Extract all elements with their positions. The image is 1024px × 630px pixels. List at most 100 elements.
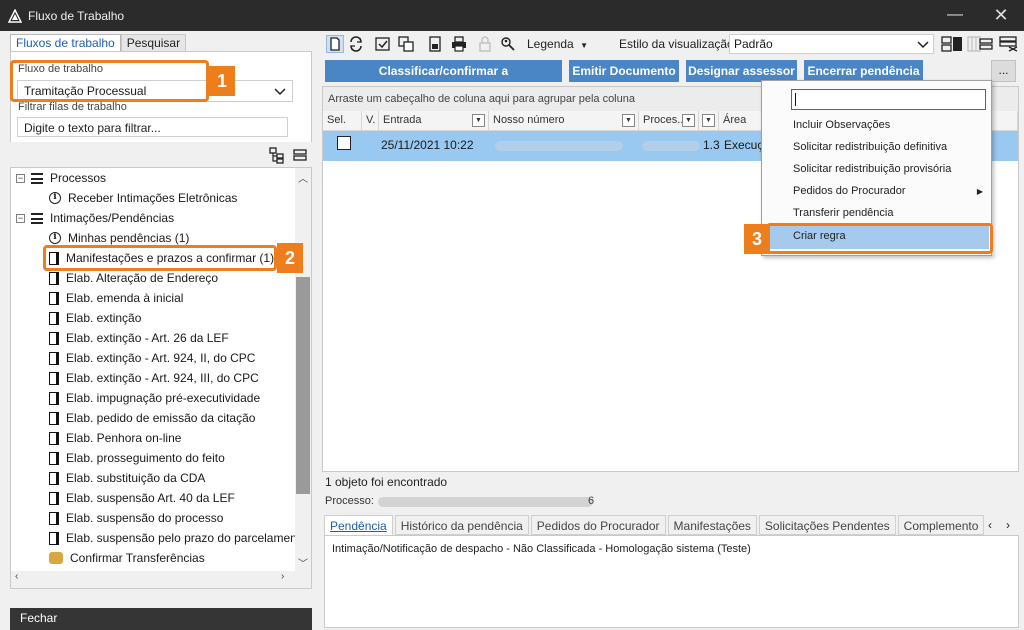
workflow-tree: − Processos i Receber Intimações Eletrônica… (10, 167, 312, 589)
callout-number-3: 3 (744, 224, 770, 254)
list-icon (31, 172, 43, 184)
tree-item-label: Elab. suspensão do processo (66, 511, 224, 525)
detail-tabs: Pendência Histórico da pendência Pedidos… (324, 515, 986, 535)
tree-item[interactable]: Elab. extinção - Art. 26 da LEF (49, 328, 229, 348)
tree-item[interactable]: Elab. suspensão do processo (49, 508, 223, 528)
column-header-processo[interactable]: Proces... ▼ (639, 111, 699, 131)
new-document-icon[interactable] (326, 35, 344, 53)
close-window-button[interactable]: ✕ (978, 0, 1024, 31)
callout-box-3 (766, 223, 993, 254)
handshake-icon (49, 552, 63, 564)
filter-input[interactable]: Digite o texto para filtrar... (17, 117, 288, 137)
tree-item[interactable]: i Receber Intimações Eletrônicas (49, 188, 237, 208)
filter-dropdown-icon[interactable]: ▼ (622, 114, 635, 127)
chevron-left-icon[interactable]: ‹ (988, 518, 992, 532)
menu-item-pedidos-procurador[interactable]: Pedidos do Procurador (793, 185, 906, 197)
column-header-extra[interactable]: ▼ (699, 111, 719, 131)
column-header-entrada[interactable]: Entrada ▼ (379, 111, 489, 131)
scroll-up-icon[interactable]: ︿ (295, 170, 311, 185)
tree-item[interactable]: Elab. extinção (49, 308, 141, 328)
process-suffix: 6 (588, 495, 595, 507)
tab-pendencia[interactable]: Pendência (324, 515, 393, 535)
tree-item-label: Minhas pendências (1) (68, 231, 190, 245)
column-header-label: Nosso número (493, 114, 565, 126)
scroll-left-icon[interactable]: ‹ (15, 571, 18, 582)
tree-item[interactable]: Elab. extinção - Art. 924, III, do CPC (49, 368, 259, 388)
tree-item[interactable]: Elab. emenda à inicial (49, 288, 183, 308)
menu-item-transferir-pendencia[interactable]: Transferir pendência (793, 207, 893, 219)
scrollbar-thumb[interactable] (296, 277, 310, 494)
callout-box-1 (10, 60, 209, 102)
filter-dropdown-icon[interactable]: ▼ (702, 114, 715, 127)
tree-item[interactable]: Confirmar Transferências (49, 548, 205, 568)
copy-icon[interactable] (397, 35, 415, 53)
menu-item-redistribuicao-provisoria[interactable]: Solicitar redistribuição provisória (793, 163, 951, 175)
scroll-down-icon[interactable]: ﹀ (295, 555, 311, 570)
tree-horizontal-scrollbar[interactable]: ‹ › (11, 571, 295, 588)
filter-dropdown-icon[interactable]: ▼ (682, 114, 695, 127)
collapse-tree-node-icon[interactable]: − (16, 213, 25, 223)
column-header-v[interactable]: V. (362, 111, 379, 131)
expand-tree-icon[interactable] (268, 146, 286, 164)
legend-menu[interactable]: Legenda ▼ (527, 37, 588, 51)
emit-document-button[interactable]: Emitir Documento (569, 60, 679, 82)
column-header-label: Sel. (327, 114, 346, 126)
refresh-icon[interactable] (347, 35, 365, 53)
tab-manifestacoes[interactable]: Manifestações (667, 515, 757, 535)
tree-item-label: Elab. pedido de emissão da citação (66, 411, 256, 425)
detail-text: Intimação/Notificação de despacho - Não … (332, 543, 751, 555)
collapse-tree-node-icon[interactable]: − (16, 173, 25, 183)
row-select-checkbox[interactable] (337, 136, 351, 150)
tree-item[interactable]: Elab. Penhora on-line (49, 428, 181, 448)
column-header-sel[interactable]: Sel. (323, 111, 362, 131)
layout-view-icon[interactable] (941, 35, 963, 53)
filter-settings-icon[interactable] (999, 35, 1019, 53)
tree-item[interactable]: Elab. extinção - Art. 924, II, do CPC (49, 348, 255, 368)
tab-complemento[interactable]: Complemento (897, 515, 985, 535)
flag-icon (49, 491, 59, 505)
redacted-process (642, 141, 700, 151)
menu-item-redistribuicao-definitiva[interactable]: Solicitar redistribuição definitiva (793, 141, 947, 153)
tree-item[interactable]: Elab. pedido de emissão da citação (49, 408, 255, 428)
tab-pesquisar[interactable]: Pesquisar (120, 34, 187, 52)
tree-item[interactable]: Elab. prosseguimento do feito (49, 448, 225, 468)
menu-search-input[interactable] (791, 89, 986, 110)
tree-item[interactable]: Elab. suspensão Art. 40 da LEF (49, 488, 235, 508)
view-style-select[interactable]: Padrão (729, 34, 934, 54)
minimize-button[interactable]: — (932, 0, 978, 31)
tab-pedidos[interactable]: Pedidos do Procurador (530, 515, 666, 535)
assign-assessor-button[interactable]: Designar assessor (686, 60, 797, 82)
search-people-icon[interactable] (499, 35, 517, 53)
close-pending-button[interactable]: Encerrar pendência (804, 60, 923, 82)
scroll-right-icon[interactable]: › (281, 571, 284, 582)
tree-item[interactable]: Elab. suspensão pelo prazo do parcelamen… (49, 528, 300, 548)
tree-item-label: Confirmar Transferências (70, 551, 205, 565)
save-layout-icon[interactable] (977, 35, 995, 53)
attach-icon[interactable] (426, 35, 444, 53)
tree-item[interactable]: Elab. substituição da CDA (49, 468, 205, 488)
column-header-nosso-numero[interactable]: Nosso número ▼ (489, 111, 639, 131)
tree-vertical-scrollbar[interactable]: ︿ ﹀ (295, 168, 311, 588)
close-button[interactable]: Fechar (10, 608, 312, 630)
print-icon[interactable] (450, 35, 468, 53)
classify-confirm-button[interactable]: Classificar/confirmar a manifestação/pra… (325, 60, 562, 100)
menu-item-incluir-observacoes[interactable]: Incluir Observações (793, 119, 890, 131)
more-actions-button[interactable]: ... (991, 60, 1016, 82)
entrada-cell: 25/11/2021 10:22 (381, 138, 474, 152)
tree-item[interactable]: − Intimações/Pendências (16, 208, 174, 228)
collapse-tree-icon[interactable] (291, 146, 309, 164)
filter-dropdown-icon[interactable]: ▼ (472, 114, 485, 127)
tree-item[interactable]: Elab. Alteração de Endereço (49, 268, 218, 288)
select-all-icon[interactable] (374, 35, 392, 53)
tree-item[interactable]: Elab. impugnação pré-executividade (49, 388, 260, 408)
tab-solicitacoes[interactable]: Solicitações Pendentes (758, 515, 896, 535)
callout-number-2: 2 (277, 243, 303, 273)
chevron-right-icon[interactable]: › (1006, 518, 1010, 532)
tab-fluxos[interactable]: Fluxos de trabalho (10, 34, 121, 52)
tab-historico[interactable]: Histórico da pendência (394, 515, 529, 535)
list-icon (31, 212, 43, 224)
tree-item-label: Elab. extinção - Art. 924, II, do CPC (66, 351, 256, 365)
tree-item[interactable]: − Processos (16, 168, 106, 188)
tree-toolbar (10, 142, 312, 170)
process-label: Processo: (325, 495, 374, 507)
